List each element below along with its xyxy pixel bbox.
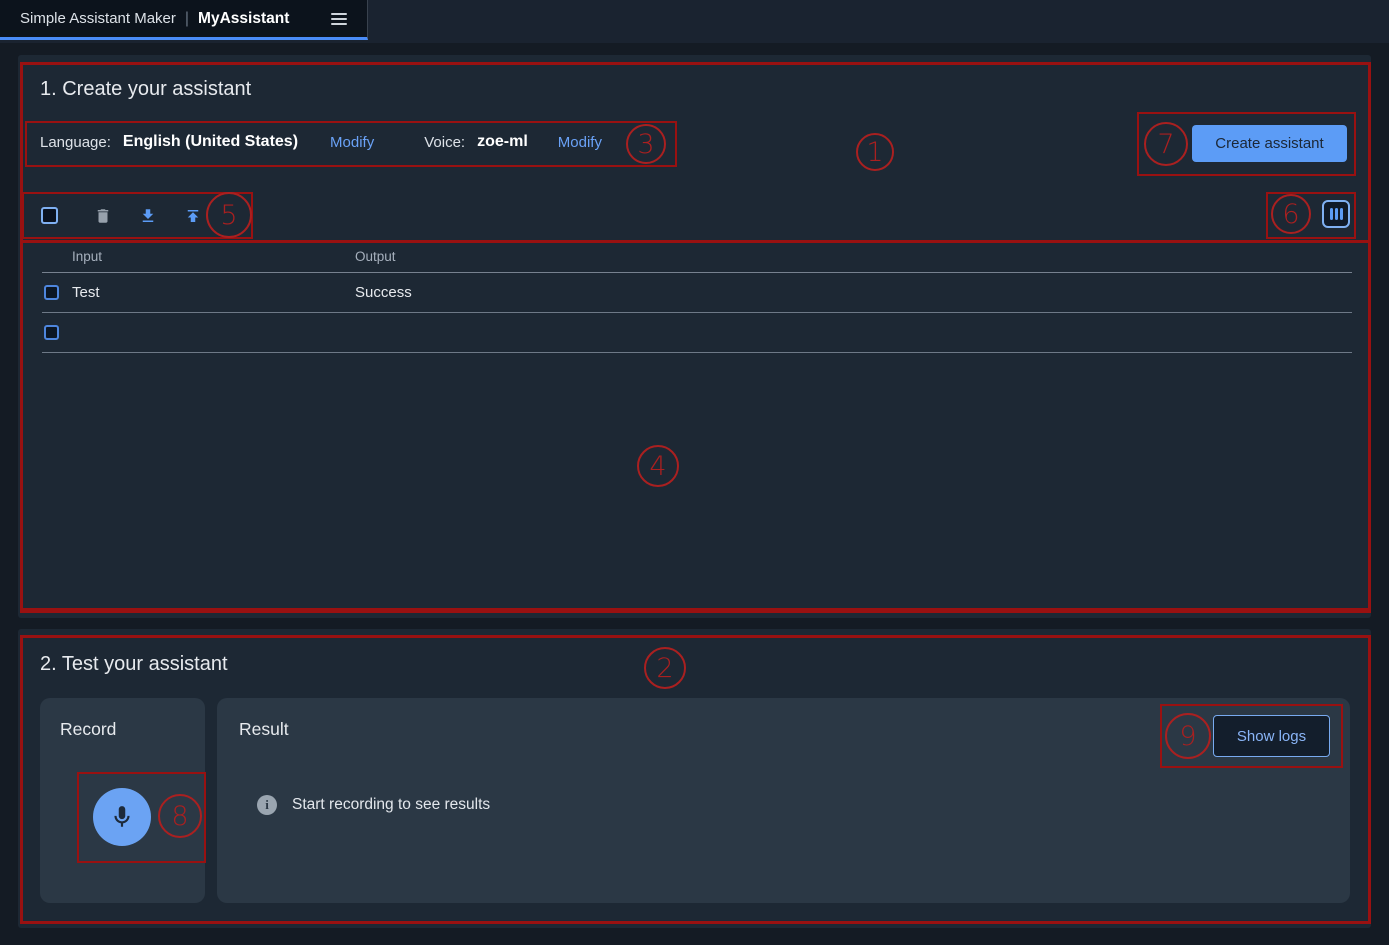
select-all-checkbox[interactable] <box>41 207 58 224</box>
cell-output: Success <box>355 284 412 301</box>
row-checkbox[interactable] <box>44 285 59 300</box>
modify-language-link[interactable]: Modify <box>330 134 374 151</box>
upload-icon <box>184 207 202 225</box>
column-header-output: Output <box>355 249 396 264</box>
delete-button[interactable] <box>94 207 112 225</box>
result-card: Result Show logs i Start recording to se… <box>217 698 1350 903</box>
trash-icon <box>94 207 112 225</box>
table-header: Input Output <box>42 240 1352 273</box>
app-window: Simple Assistant Maker | MyAssistant 1. … <box>0 0 1389 945</box>
record-card: Record <box>40 698 205 903</box>
test-assistant-section: 2. Test your assistant Record Result Sho… <box>18 629 1371 928</box>
empty-state-text: Start recording to see results <box>292 796 490 814</box>
modify-voice-link[interactable]: Modify <box>558 134 602 151</box>
column-header-input: Input <box>72 249 355 264</box>
hamburger-icon[interactable] <box>327 9 351 29</box>
table-row[interactable]: Test Success <box>42 273 1352 313</box>
columns-view-button[interactable] <box>1322 200 1350 228</box>
create-assistant-section: 1. Create your assistant Language: Engli… <box>18 55 1371 618</box>
assistant-config-row: Language: English (United States) Modify… <box>40 118 602 166</box>
table-toolbar <box>18 192 1371 239</box>
test-section-heading: 2. Test your assistant <box>40 653 228 676</box>
record-title: Record <box>60 719 116 740</box>
voice-value: zoe-ml <box>477 133 528 151</box>
examples-table: Input Output Test Success <box>42 240 1352 353</box>
record-button[interactable] <box>93 788 151 846</box>
create-section-heading: 1. Create your assistant <box>40 78 251 101</box>
upload-button[interactable] <box>184 207 202 225</box>
cell-input[interactable]: Test <box>72 284 355 301</box>
voice-label: Voice: <box>424 134 465 151</box>
download-icon <box>139 207 157 225</box>
info-icon: i <box>257 795 277 815</box>
columns-icon <box>1330 208 1333 220</box>
title-separator: | <box>185 10 189 28</box>
app-title: Simple Assistant Maker <box>20 10 176 27</box>
download-button[interactable] <box>139 207 157 225</box>
app-tab[interactable]: Simple Assistant Maker | MyAssistant <box>0 0 368 40</box>
language-value: English (United States) <box>123 133 298 151</box>
show-logs-button[interactable]: Show logs <box>1213 715 1330 757</box>
title-bar: Simple Assistant Maker | MyAssistant <box>0 0 1389 43</box>
result-empty-state: i Start recording to see results <box>257 795 490 815</box>
microphone-icon <box>109 804 135 830</box>
assistant-name: MyAssistant <box>198 10 289 28</box>
table-row[interactable] <box>42 313 1352 353</box>
language-label: Language: <box>40 134 111 151</box>
create-assistant-button[interactable]: Create assistant <box>1192 125 1347 162</box>
row-checkbox[interactable] <box>44 325 59 340</box>
result-title: Result <box>239 719 289 740</box>
